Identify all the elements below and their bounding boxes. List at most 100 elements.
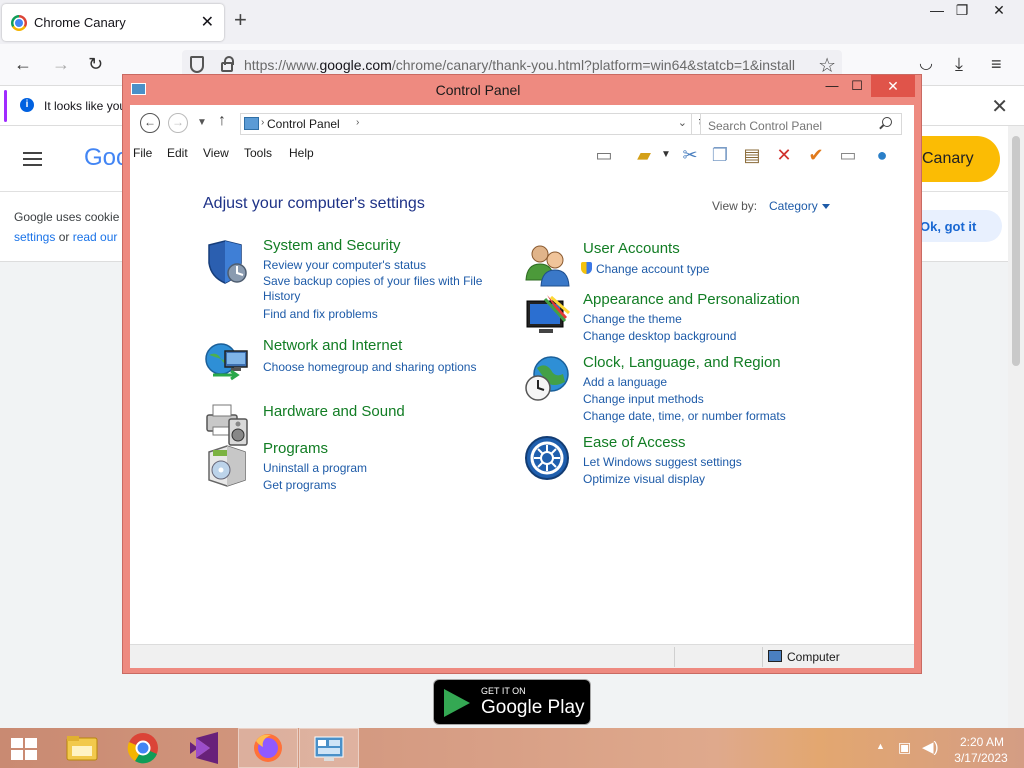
search-icon[interactable] [882,117,892,127]
new-tab-button[interactable]: + [234,9,247,31]
menu-help[interactable]: Help [289,146,314,160]
cp-back-button[interactable]: ← [140,113,160,133]
link-find-fix[interactable]: Find and fix problems [263,306,493,323]
browser-tab[interactable]: Chrome Canary ✕ [2,4,224,41]
clock-time[interactable]: 2:20 AM [958,735,1006,749]
address-dropdown-icon[interactable]: ⌄ [678,116,687,129]
cut-icon[interactable]: ✂ [678,144,702,166]
link-suggest-settings[interactable]: Let Windows suggest settings [583,454,742,471]
cp-close-button[interactable]: ✕ [871,75,915,97]
gplay-get-text: GET IT ON [481,686,526,696]
network-icon[interactable]: ▣ [898,739,911,756]
category-title[interactable]: Clock, Language, and Region [583,354,781,371]
cookie-read-link[interactable]: read our [73,230,118,244]
link-optimize-display[interactable]: Optimize visual display [583,471,742,488]
cp-address-bar[interactable]: › Control Panel › ⌄ [240,113,692,135]
ok-got-it-button[interactable]: Ok, got it [910,210,1002,242]
pocket-icon[interactable]: ◡ [919,54,933,74]
browser-close-button[interactable]: ✕ [984,0,1014,22]
clock-globe-icon[interactable] [523,354,571,402]
url-text[interactable]: https://www.google.com/chrome/canary/tha… [244,57,814,73]
tracking-shield-icon[interactable] [190,56,204,73]
firefox-icon [254,734,282,762]
infobar-close-icon[interactable]: ✕ [991,94,1008,119]
preview-pane-icon[interactable]: ▭ [592,144,616,166]
google-play-badge[interactable]: GET IT ON Google Play [433,679,591,725]
shield-icon[interactable] [203,237,251,285]
tab-close-icon[interactable]: ✕ [201,12,214,32]
folder-options-icon[interactable]: ▰ [632,144,656,166]
google-play-icon [444,689,470,717]
back-button[interactable]: ← [14,54,32,74]
copy-icon[interactable]: ❐ [708,144,732,166]
cp-title-bar[interactable]: Control Panel — ☐ ✕ [123,75,921,105]
link-add-language[interactable]: Add a language [583,374,786,391]
clock-date[interactable]: 3/17/2023 [950,751,1012,765]
category-title[interactable]: Hardware and Sound [263,403,405,420]
link-file-history[interactable]: Save backup copies of your files with Fi… [263,274,493,304]
network-globe-icon[interactable] [203,337,251,385]
ease-of-access-icon[interactable] [523,434,571,482]
taskbar-file-explorer[interactable] [52,728,112,768]
menu-edit[interactable]: Edit [167,146,188,160]
menu-file[interactable]: File [133,146,152,160]
cp-minimize-button[interactable]: — [818,75,846,97]
category-title[interactable]: Programs [263,440,328,457]
cp-maximize-button[interactable]: ☐ [843,75,871,97]
menu-icon[interactable]: ≡ [991,54,1002,74]
taskbar-control-panel[interactable] [299,728,359,768]
category-title[interactable]: Network and Internet [263,337,402,354]
link-change-theme[interactable]: Change the theme [583,311,736,328]
category-title[interactable]: Appearance and Personalization [583,291,800,308]
breadcrumb-chevron-icon[interactable]: › [356,117,359,128]
cookie-settings-link[interactable]: settings [14,230,55,244]
taskbar-firefox[interactable] [238,728,298,768]
view-by-arrow-icon[interactable] [822,204,830,209]
cp-recent-dropdown-icon[interactable]: ▼ [197,117,207,128]
cp-up-button[interactable]: ↑ [218,112,226,130]
users-icon[interactable] [523,240,571,288]
cp-search-input[interactable] [700,113,902,135]
downloads-icon[interactable]: ⤓ [955,54,963,74]
delete-icon[interactable]: ✕ [772,144,796,166]
control-panel-taskbar-icon [314,736,344,761]
page-scrollbar[interactable] [1008,126,1024,728]
browser-restore-button[interactable]: ❐ [947,0,977,22]
globe-icon[interactable]: ● [870,144,894,166]
programs-box-icon[interactable] [203,440,251,488]
link-input-methods[interactable]: Change input methods [583,391,786,408]
appearance-monitor-icon[interactable] [523,291,571,339]
link-review-status[interactable]: Review your computer's status [263,257,493,274]
toolbar-dropdown-icon[interactable]: ▼ [654,144,678,166]
view-by-dropdown[interactable]: Category [769,199,818,213]
link-get-programs[interactable]: Get programs [263,477,367,494]
start-button-windows-icon[interactable] [11,738,37,760]
lock-icon[interactable] [221,56,234,72]
properties-icon[interactable]: ▭ [836,144,860,166]
forward-button[interactable]: → [52,54,70,74]
link-change-account-type[interactable]: Change account type [581,261,709,278]
menu-tools[interactable]: Tools [244,146,272,160]
link-desktop-background[interactable]: Change desktop background [583,328,736,345]
reload-button[interactable]: ↻ [88,54,103,74]
tray-overflow-icon[interactable]: ▲ [876,741,885,751]
category-title[interactable]: Ease of Access [583,434,686,451]
taskbar-chrome[interactable] [113,728,173,768]
info-icon: i [20,98,34,112]
volume-icon[interactable]: ◀) [922,738,939,756]
taskbar-visual-studio[interactable] [174,728,234,768]
category-title[interactable]: User Accounts [583,240,680,257]
desktop-screen: Chrome Canary ✕ + — ❐ ✕ ← → ↻ https://ww… [0,0,1024,768]
checkmark-icon[interactable]: ✔ [804,144,828,166]
link-date-time-formats[interactable]: Change date, time, or number formats [583,408,786,425]
breadcrumb-control-panel[interactable]: Control Panel [267,117,340,131]
paste-icon[interactable]: ▤ [740,144,764,166]
cp-forward-button[interactable]: → [168,113,188,133]
link-uninstall[interactable]: Uninstall a program [263,460,367,477]
category-title[interactable]: System and Security [263,237,401,254]
hamburger-menu-icon[interactable] [23,152,42,166]
link-homegroup[interactable]: Choose homegroup and sharing options [263,359,476,376]
menu-view[interactable]: View [203,146,229,160]
breadcrumb-chevron-icon[interactable]: › [261,117,264,128]
scrollbar-thumb[interactable] [1012,136,1020,366]
